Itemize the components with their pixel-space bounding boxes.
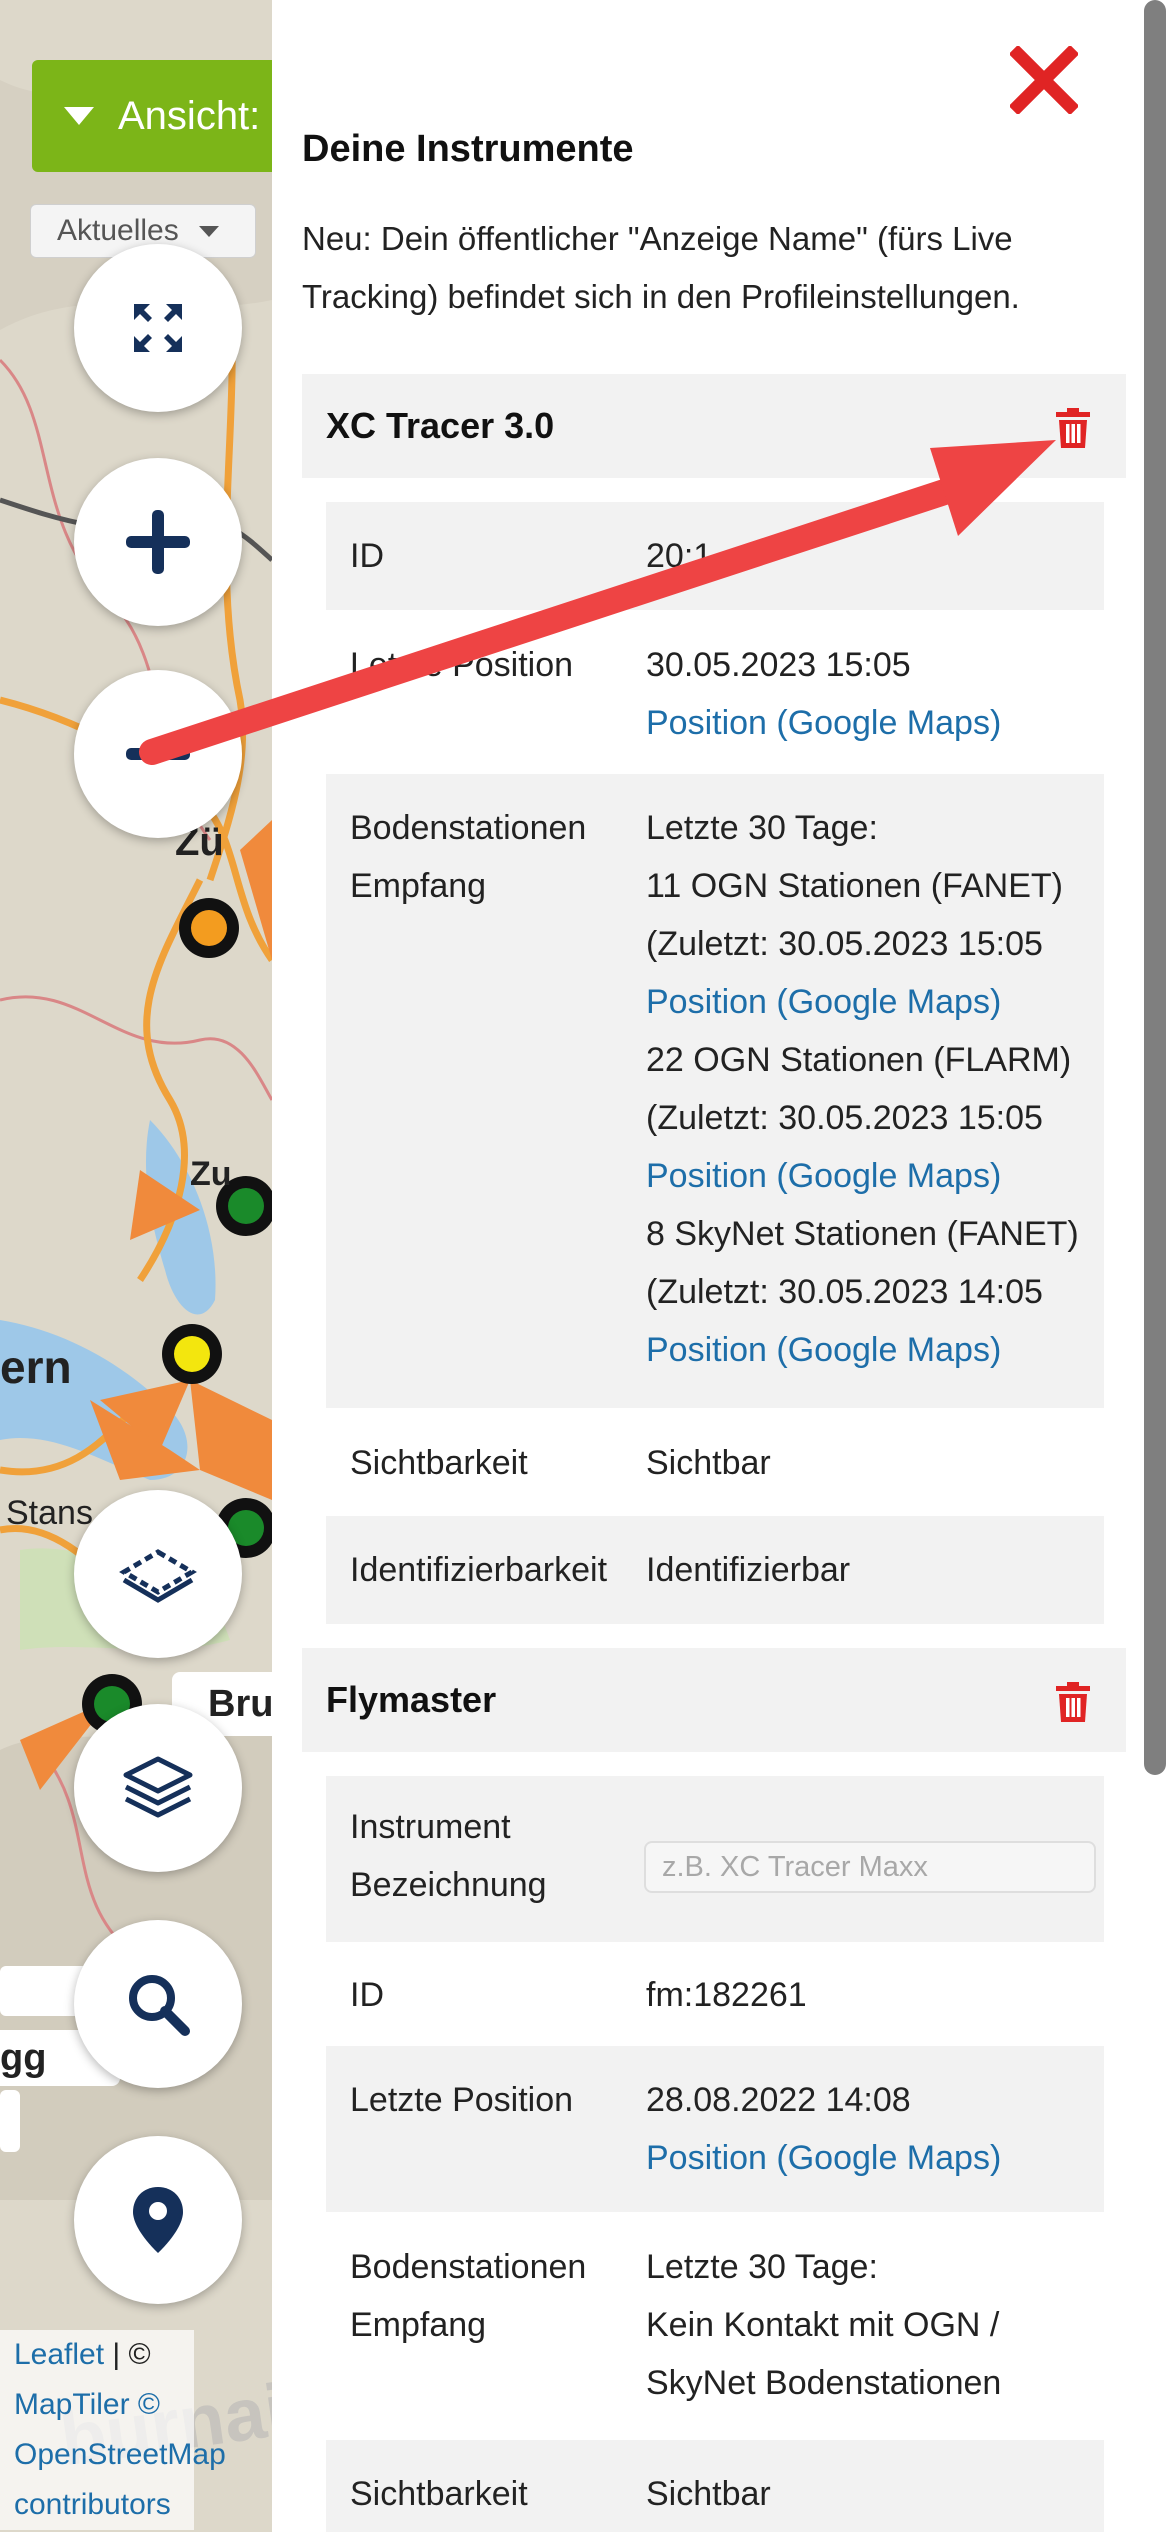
annotation-arrow xyxy=(139,440,1056,765)
